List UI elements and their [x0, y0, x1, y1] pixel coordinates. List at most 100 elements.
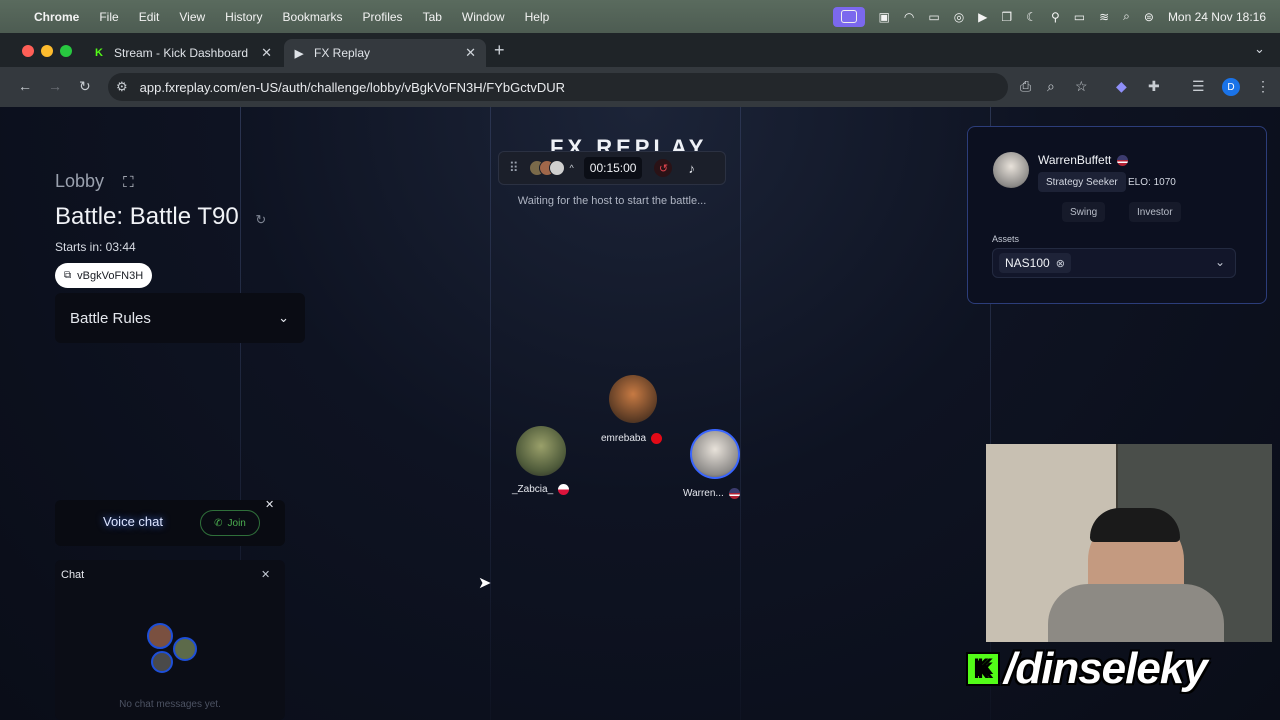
close-voice-icon[interactable]: ✕ [265, 498, 274, 511]
player-name: emrebaba [601, 433, 647, 444]
chat-panel: Chat ✕ No chat messages yet. [55, 560, 285, 720]
drag-handle-icon[interactable]: ⠿ [509, 160, 519, 176]
player-label-zabcia: _Zabcia_ [512, 484, 570, 495]
player-avatar-warren[interactable] [690, 429, 740, 479]
us-flag-icon [1117, 154, 1129, 166]
menu-edit[interactable]: Edit [139, 10, 160, 24]
menu-help[interactable]: Help [525, 10, 550, 24]
site-info-icon[interactable]: ⚙ [116, 79, 128, 95]
menu-bookmarks[interactable]: Bookmarks [283, 10, 343, 24]
minimize-window-button[interactable] [41, 45, 53, 57]
mouse-cursor-icon: ➤ [478, 575, 492, 592]
gauge-icon[interactable]: ◠ [904, 10, 914, 24]
lobby-label: Lobby [55, 171, 105, 191]
stream-handle: /dinseleky [1004, 644, 1208, 693]
notes-icon[interactable]: ▣ [879, 10, 890, 24]
chat-empty-text: No chat messages yet. [119, 699, 221, 710]
profile-name: WarrenBuffett [1038, 153, 1112, 167]
battle-title: Battle: Battle T90 ↻ [55, 203, 266, 231]
menu-view[interactable]: View [179, 10, 205, 24]
creative-cloud-icon[interactable]: ◎ [954, 10, 964, 24]
battery-icon[interactable]: ▭ [1074, 10, 1085, 24]
fullscreen-icon[interactable]: ⛶ [123, 174, 134, 191]
chevron-up-icon[interactable]: ^ [570, 163, 574, 173]
tab-kick-dashboard[interactable]: K Stream - Kick Dashboard ✕ [84, 39, 282, 67]
menu-tab[interactable]: Tab [423, 10, 442, 24]
join-label: Join [227, 517, 246, 529]
tag-investor: Investor [1129, 202, 1181, 222]
address-bar[interactable]: ⚙ app.fxreplay.com/en-US/auth/challenge/… [108, 73, 1008, 101]
asset-name: NAS100 [1005, 256, 1050, 270]
close-chat-icon[interactable]: ✕ [261, 568, 270, 581]
battle-rules-accordion[interactable]: Battle Rules ⌄ [55, 293, 305, 343]
menu-clock[interactable]: Mon 24 Nov 18:16 [1168, 10, 1266, 24]
forward-icon[interactable]: → [48, 78, 62, 94]
fxreplay-icon: ▶ [294, 47, 304, 60]
url-text: app.fxreplay.com/en-US/auth/challenge/lo… [139, 79, 565, 95]
player-avatar-zabcia[interactable] [516, 426, 566, 476]
sweater [1048, 584, 1224, 642]
player-name: _Zabcia_ [512, 484, 554, 495]
participant-avatars[interactable] [528, 160, 565, 176]
reset-timer-icon[interactable]: ↺ [654, 159, 673, 177]
turkey-flag-icon [651, 433, 663, 444]
tab-label: FX Replay [314, 46, 371, 60]
refresh-icon[interactable]: ↻ [255, 212, 266, 227]
waiting-message: Waiting for the host to start the battle… [517, 195, 707, 207]
close-tab-icon[interactable]: ✕ [261, 45, 272, 61]
new-tab-button[interactable]: + [494, 40, 505, 61]
zoom-icon[interactable]: ⌕ [1047, 78, 1055, 95]
remove-asset-icon[interactable]: ⊗ [1056, 257, 1065, 270]
menu-history[interactable]: History [225, 10, 262, 24]
control-center-icon[interactable]: ⊜ [1144, 10, 1154, 24]
extensions-icon[interactable]: ✚ [1148, 78, 1160, 95]
us-flag-icon [728, 488, 740, 499]
reading-list-icon[interactable]: ☰ [1192, 78, 1205, 95]
profile-avatar [993, 152, 1029, 188]
kick-logo-icon: K [966, 652, 1000, 686]
lobby-page: FX REPLAY ⠿ ^ 00:15:00 ↺ ♪ Waiting for t… [0, 107, 1280, 720]
more-menu-icon[interactable]: ⋮ [1256, 78, 1270, 95]
beanie [1090, 508, 1180, 542]
battle-timer: 00:15:00 [583, 157, 643, 179]
join-voice-button[interactable]: ✆ Join [200, 510, 260, 536]
tab-fx-replay[interactable]: ▶ FX Replay ✕ [284, 39, 486, 67]
assets-select[interactable]: NAS100 ⊗ ⌄ [992, 248, 1236, 278]
bookmark-star-icon[interactable]: ☆ [1075, 78, 1088, 95]
tab-search-icon[interactable]: ⌄ [1254, 41, 1265, 57]
asset-chip: NAS100 ⊗ [999, 253, 1071, 273]
chevron-down-icon[interactable]: ⌄ [1215, 255, 1225, 269]
window-icon[interactable]: ▭ [928, 10, 939, 24]
menu-profiles[interactable]: Profiles [363, 10, 403, 24]
search-icon[interactable]: ⌕ [1123, 9, 1130, 24]
kick-icon: K [95, 47, 103, 59]
install-icon[interactable]: ⎙ [1020, 78, 1031, 95]
zoom-window-button[interactable] [60, 45, 72, 57]
player-avatar-emrebaba[interactable] [609, 375, 657, 423]
assets-label: Assets [992, 234, 1020, 244]
close-tab-icon[interactable]: ✕ [465, 45, 476, 61]
play-icon[interactable]: ▶ [978, 10, 987, 24]
menu-file[interactable]: File [99, 10, 118, 24]
extension-ai-icon[interactable]: ◆ [1116, 78, 1127, 95]
copy-icon[interactable]: ❐ [1001, 10, 1012, 24]
tab-strip: K Stream - Kick Dashboard ✕ ▶ FX Replay … [0, 33, 1280, 67]
starts-in-countdown: Starts in: 03:44 [55, 240, 136, 254]
chat-title: Chat [61, 569, 85, 581]
profile-name-row: WarrenBuffett [1038, 153, 1129, 167]
reload-icon[interactable]: ↻ [79, 78, 91, 95]
control-icon[interactable]: ⚲ [1051, 10, 1060, 24]
tag-swing: Swing [1062, 202, 1106, 222]
wifi-icon[interactable]: ≋ [1099, 10, 1109, 24]
menu-window[interactable]: Window [462, 10, 505, 24]
close-window-button[interactable] [22, 45, 34, 57]
screen-share-icon[interactable] [832, 6, 865, 27]
menu-app-name[interactable]: Chrome [34, 10, 79, 24]
battle-code-chip[interactable]: ⧉ vBgkVoFN3H [55, 263, 153, 288]
profile-avatar[interactable]: D [1222, 78, 1240, 96]
chevron-down-icon: ⌄ [278, 310, 289, 325]
music-note-icon[interactable]: ♪ [688, 161, 695, 176]
moon-icon[interactable]: ☾ [1026, 10, 1037, 24]
phone-icon: ✆ [214, 517, 223, 529]
back-icon[interactable]: ← [18, 78, 32, 94]
